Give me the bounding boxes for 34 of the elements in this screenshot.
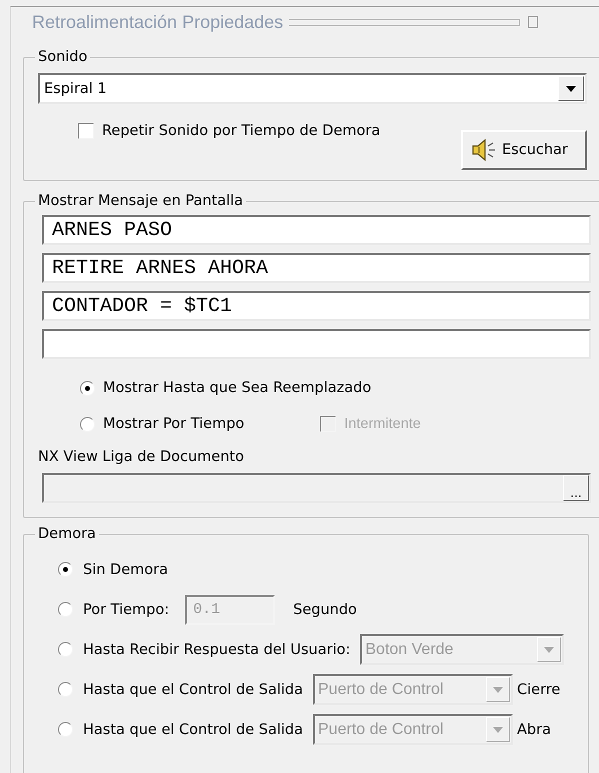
field-label: NX View Liga de Documento [38, 449, 245, 465]
dropdown-arrow-icon [544, 646, 554, 652]
radio-label: Hasta que el Control de Salida [83, 722, 303, 738]
group-title: Demora [37, 526, 97, 542]
radio-button[interactable] [80, 416, 95, 432]
message-line-field[interactable]: RETIRE ARNES AHORA [42, 253, 591, 283]
option-label: Abra [517, 722, 551, 738]
dropdown-arrow-icon [493, 726, 503, 732]
panel-title: Retroalimentación Propiedades [32, 12, 284, 32]
option-label: Cierre [517, 682, 560, 698]
radio-button[interactable] [58, 562, 73, 577]
dropdown-arrow-icon [493, 686, 503, 692]
listen-button[interactable]: Escuchar [461, 130, 587, 170]
radio-label: Hasta Recibir Respuesta del Usuario: [83, 642, 350, 658]
radio-button[interactable] [80, 380, 95, 396]
pin-icon[interactable] [528, 16, 538, 28]
group-title: Mostrar Mensaje en Pantalla [37, 193, 244, 209]
checkbox[interactable] [78, 123, 94, 139]
checkbox-label: Intermitente [344, 416, 421, 432]
title-grip[interactable] [289, 18, 520, 26]
message-line-field[interactable]: ARNES PASO [42, 215, 591, 245]
radio-label: Mostrar Por Tiempo [103, 416, 244, 432]
speaker-icon [471, 138, 497, 162]
message-line-field[interactable] [42, 329, 591, 359]
radio-label: Hasta que el Control de Salida [83, 682, 303, 698]
message-line-field[interactable]: CONTADOR = $TC1 [42, 291, 591, 321]
unit-label: Segundo [293, 602, 357, 618]
sound-dropdown[interactable]: Espiral 1 [38, 73, 587, 104]
radio-label: Mostrar Hasta que Sea Reemplazado [103, 380, 372, 396]
group-title: Sonido [37, 49, 88, 65]
checkbox-label: Repetir Sonido por Tiempo de Demora [102, 123, 380, 139]
radio-label: Sin Demora [83, 562, 168, 578]
dropdown-arrow-icon [566, 86, 576, 92]
radio-label: Por Tiempo: [83, 602, 170, 618]
